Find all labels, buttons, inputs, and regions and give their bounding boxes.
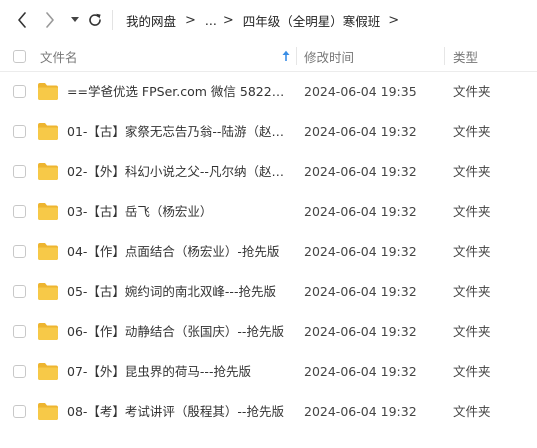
file-row[interactable]: 03-【古】岳飞（杨宏业） 2024-06-04 19:32 文件夹 <box>0 192 537 232</box>
breadcrumb-item-ellipsis[interactable]: ... <box>205 13 217 28</box>
row-checkbox[interactable] <box>13 405 26 418</box>
breadcrumb-item-current[interactable]: 四年级（全明星）寒假班 <box>243 11 381 30</box>
navigation-toolbar: 我的网盘 > ... > 四年级（全明星）寒假班 > <box>0 0 537 40</box>
file-row[interactable]: 08-【考】考试讲评（殷程其）--抢先版 2024-06-04 19:32 文件… <box>0 392 537 432</box>
file-modified-time: 2024-06-04 19:32 <box>304 364 417 379</box>
row-checkbox[interactable] <box>13 365 26 378</box>
file-type: 文件夹 <box>453 324 491 339</box>
file-modified-time: 2024-06-04 19:32 <box>304 164 417 179</box>
column-header-type[interactable]: 类型 <box>453 40 533 72</box>
folder-icon <box>38 323 58 340</box>
file-name: ==学爸优选 FPSer.com 微信 582229... <box>67 84 287 99</box>
file-type: 文件夹 <box>453 244 491 259</box>
file-type: 文件夹 <box>453 364 491 379</box>
row-checkbox[interactable] <box>13 85 26 98</box>
breadcrumb-separator: > <box>388 12 400 28</box>
folder-icon <box>38 83 58 100</box>
refresh-button[interactable] <box>86 11 104 29</box>
row-checkbox[interactable] <box>13 165 26 178</box>
file-modified-time: 2024-06-04 19:32 <box>304 404 417 419</box>
column-header-name-label: 文件名 <box>40 49 78 65</box>
file-type: 文件夹 <box>453 124 491 139</box>
breadcrumb: 我的网盘 > ... > 四年级（全明星）寒假班 > <box>126 11 408 29</box>
file-name: 07-【外】昆虫界的荷马---抢先版 <box>67 364 251 379</box>
file-row[interactable]: 06-【作】动静结合（张国庆）--抢先版 2024-06-04 19:32 文件… <box>0 312 537 352</box>
toolbar-divider <box>112 10 113 30</box>
file-type: 文件夹 <box>453 164 491 179</box>
file-row[interactable]: 01-【古】家祭无忘告乃翁--陆游（赵伯... 2024-06-04 19:32… <box>0 112 537 152</box>
file-row[interactable]: 04-【作】点面结合（杨宏业）-抢先版 2024-06-04 19:32 文件夹 <box>0 232 537 272</box>
file-row[interactable]: ==学爸优选 FPSer.com 微信 582229... 2024-06-04… <box>0 72 537 112</box>
file-modified-time: 2024-06-04 19:32 <box>304 124 417 139</box>
chevron-left-icon <box>18 12 26 28</box>
folder-icon <box>38 363 58 380</box>
file-row[interactable]: 02-【外】科幻小说之父--凡尔纳（赵伯... 2024-06-04 19:32… <box>0 152 537 192</box>
file-name: 01-【古】家祭无忘告乃翁--陆游（赵伯... <box>67 124 287 139</box>
back-button[interactable] <box>13 11 31 29</box>
file-modified-time: 2024-06-04 19:35 <box>304 84 417 99</box>
file-modified-time: 2024-06-04 19:32 <box>304 284 417 299</box>
breadcrumb-item-root[interactable]: 我的网盘 <box>126 11 176 30</box>
row-checkbox[interactable] <box>13 285 26 298</box>
forward-button[interactable] <box>41 11 59 29</box>
column-header-modified[interactable]: 修改时间 <box>304 40 444 72</box>
select-all-checkbox[interactable] <box>13 50 26 63</box>
folder-icon <box>38 243 58 260</box>
folder-icon <box>38 283 58 300</box>
file-list-header: 文件名 修改时间 类型 <box>0 40 537 72</box>
folder-icon <box>38 123 58 140</box>
row-checkbox[interactable] <box>13 125 26 138</box>
caret-down-icon <box>71 17 79 22</box>
file-row[interactable]: 05-【古】婉约词的南北双峰---抢先版 2024-06-04 19:32 文件… <box>0 272 537 312</box>
column-divider[interactable] <box>296 47 297 65</box>
file-name: 04-【作】点面结合（杨宏业）-抢先版 <box>67 244 280 259</box>
refresh-icon <box>89 13 101 26</box>
file-type: 文件夹 <box>453 404 491 419</box>
file-modified-time: 2024-06-04 19:32 <box>304 204 417 219</box>
row-checkbox[interactable] <box>13 205 26 218</box>
row-checkbox[interactable] <box>13 325 26 338</box>
file-name: 05-【古】婉约词的南北双峰---抢先版 <box>67 284 276 299</box>
folder-icon <box>38 203 58 220</box>
sort-ascending-icon[interactable] <box>281 50 291 62</box>
row-checkbox[interactable] <box>13 245 26 258</box>
file-name: 06-【作】动静结合（张国庆）--抢先版 <box>67 324 284 339</box>
file-name: 02-【外】科幻小说之父--凡尔纳（赵伯... <box>67 164 287 179</box>
column-header-type-label: 类型 <box>453 49 479 65</box>
column-divider[interactable] <box>444 47 445 65</box>
file-type: 文件夹 <box>453 84 491 99</box>
file-type: 文件夹 <box>453 284 491 299</box>
column-header-name[interactable]: 文件名 <box>40 40 296 72</box>
file-type: 文件夹 <box>453 204 491 219</box>
history-dropdown-button[interactable] <box>66 11 84 29</box>
file-row[interactable]: 07-【外】昆虫界的荷马---抢先版 2024-06-04 19:32 文件夹 <box>0 352 537 392</box>
file-name: 03-【古】岳飞（杨宏业） <box>67 204 213 219</box>
chevron-right-icon <box>46 12 54 28</box>
folder-icon <box>38 403 58 420</box>
breadcrumb-separator: > <box>185 12 196 28</box>
breadcrumb-separator: > <box>222 12 234 28</box>
column-header-modified-label: 修改时间 <box>304 49 355 65</box>
file-modified-time: 2024-06-04 19:32 <box>304 324 417 339</box>
file-modified-time: 2024-06-04 19:32 <box>304 244 417 259</box>
folder-icon <box>38 163 58 180</box>
file-name: 08-【考】考试讲评（殷程其）--抢先版 <box>67 404 284 419</box>
